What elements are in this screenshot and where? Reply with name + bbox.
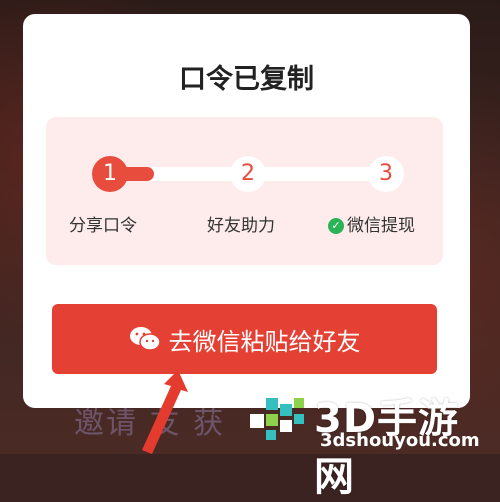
step-3-circle: 3 bbox=[368, 156, 404, 192]
wechat-icon bbox=[129, 327, 161, 351]
step-2-label: 好友助力 bbox=[207, 216, 275, 236]
watermark-logo-icon bbox=[250, 388, 304, 440]
step-3-label-group: ✓ 微信提现 bbox=[328, 211, 415, 236]
step-1-circle: 1 bbox=[92, 156, 128, 192]
watermark-url: 3dshouyou.com bbox=[320, 430, 480, 451]
step-1-label: 分享口令 bbox=[69, 216, 137, 236]
wechat-pay-icon: ✓ bbox=[328, 218, 344, 234]
share-dialog: 口令已复制 1 2 3 分享口令 好友助力 ✓ 微信提现 去微信粘贴给好友 bbox=[23, 14, 470, 408]
step-2-circle: 2 bbox=[230, 156, 266, 192]
paste-to-wechat-label: 去微信粘贴给好友 bbox=[168, 327, 361, 356]
paste-to-wechat-button[interactable]: 去微信粘贴给好友 bbox=[52, 304, 437, 374]
pointer-arrow-icon bbox=[142, 370, 188, 454]
dialog-title: 口令已复制 bbox=[179, 64, 314, 95]
site-watermark: 3D手游网 3dshouyou.com bbox=[246, 384, 496, 500]
steps-panel: 1 2 3 分享口令 好友助力 ✓ 微信提现 bbox=[46, 117, 443, 265]
step-3-label: 微信提现 bbox=[347, 216, 415, 236]
